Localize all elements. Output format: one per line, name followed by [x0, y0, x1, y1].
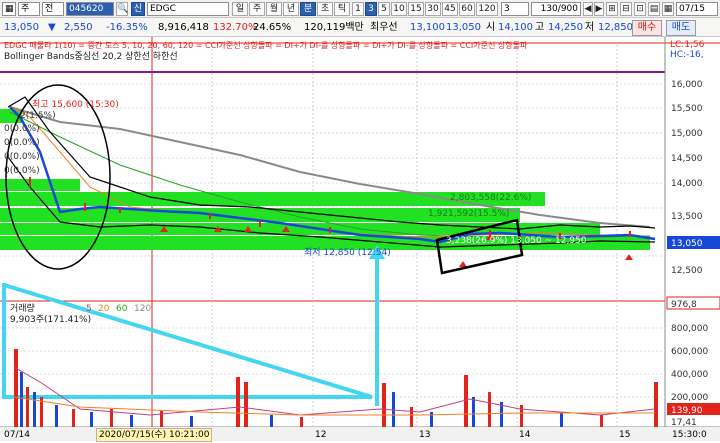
minute-10[interactable]: 10 [391, 2, 407, 16]
open-label: 시 [486, 22, 496, 33]
tool-icon[interactable]: ⊞ [606, 2, 618, 16]
period-week[interactable]: 주 [249, 2, 265, 16]
period-minute[interactable]: 분 [300, 2, 316, 16]
minute-15[interactable]: 15 [408, 2, 424, 16]
svg-text:15,500: 15,500 [671, 104, 703, 114]
period-second[interactable]: 초 [317, 2, 333, 16]
volume-ma-120: 120 [134, 304, 152, 314]
pct-label-2: 0(0.0%) [4, 124, 40, 134]
minute-30[interactable]: 30 [425, 2, 441, 16]
best-bid: 13,050 [446, 22, 481, 33]
pct-label-3: 0(0.0%) [4, 138, 40, 148]
count-stepper[interactable]: 3 [501, 2, 529, 16]
open-price: 14,100 [498, 22, 533, 33]
svg-text:14,000: 14,000 [671, 179, 703, 189]
volume-ratio: 132.70% [213, 22, 258, 33]
svg-text:800,000: 800,000 [671, 324, 708, 334]
range-input[interactable]: 130/900 [531, 2, 581, 16]
volume-ma-60: 60 [116, 304, 128, 314]
chart-toolbar: ▦ 주 전 045620 🔍 신 EDGC 일 주 월 년 분 초 틱 1 3 … [0, 0, 720, 18]
volume-profile-label-1: 2,803,558(22.6%) [450, 193, 532, 203]
svg-text:16,000: 16,000 [671, 80, 703, 90]
period-tick[interactable]: 틱 [334, 2, 350, 16]
minute-60[interactable]: 60 [459, 2, 475, 16]
stock-code-input[interactable]: 045620 [66, 2, 114, 16]
svg-text:17,41: 17,41 [671, 418, 697, 428]
range-next-icon[interactable]: ▶ [594, 2, 604, 16]
minute-5[interactable]: 5 [378, 2, 390, 16]
down-arrow-icon: ▼ [48, 22, 56, 33]
period-year[interactable]: 년 [283, 2, 299, 16]
min-price-label: 최저 12,850 (12:54) [304, 248, 391, 258]
box-label: 3,238(26.9%) 13,050 ~ 12,950 [446, 236, 587, 246]
trade-amount: 120,119백만 [304, 22, 364, 33]
sell-button[interactable]: 매도 [666, 20, 696, 36]
calendar-icon[interactable]: ▦ [662, 2, 674, 16]
minute-1[interactable]: 1 [352, 2, 364, 16]
tool3-icon[interactable]: ⊡ [634, 2, 646, 16]
svg-text:14,500: 14,500 [671, 154, 703, 164]
price-change-pct: -16.35% [106, 22, 148, 33]
minute-45[interactable]: 45 [442, 2, 458, 16]
svg-text:600,000: 600,000 [671, 347, 708, 357]
market-badge: 신 [131, 2, 145, 16]
high-price: 14,250 [548, 22, 583, 33]
date-input[interactable]: 07/15 [676, 2, 718, 16]
svg-text:12,500: 12,500 [671, 266, 703, 276]
minute-120[interactable]: 120 [476, 2, 498, 16]
turnover: 24.65% [253, 22, 292, 33]
best-label: 최우선 [370, 22, 398, 33]
menu-icon[interactable]: ▦ [2, 2, 16, 16]
volume-profile-label-2: 1,921,592(15.5%) [428, 209, 510, 219]
bollinger-legend: Bollinger Bands중심선 20,2 상한선 하한선 [4, 52, 178, 62]
tool2-icon[interactable]: ⊟ [620, 2, 632, 16]
buy-button[interactable]: 매수 [632, 20, 662, 36]
volume-ma-20: 20 [98, 304, 110, 314]
svg-text:13,500: 13,500 [671, 212, 703, 222]
quote-bar: 13,050 ▼ 2,550 -16.35% 8,916,418 132.70%… [0, 18, 720, 37]
volume: 8,916,418 [158, 22, 209, 33]
price-change: 2,550 [64, 22, 93, 33]
tool4-icon[interactable]: ▤ [648, 2, 660, 16]
svg-text:15,000: 15,000 [671, 129, 703, 139]
svg-text:139,90: 139,90 [671, 406, 703, 416]
left-combo[interactable]: 주 [18, 2, 40, 16]
period-day[interactable]: 일 [232, 2, 248, 16]
svg-text:400,000: 400,000 [671, 370, 708, 380]
low-price: 12,850 [598, 22, 633, 33]
period-month[interactable]: 월 [266, 2, 282, 16]
svg-text:13,050: 13,050 [671, 239, 703, 249]
hc-label: HC:-16, [670, 50, 704, 60]
range-prev-icon[interactable]: ◀ [583, 2, 593, 16]
time-cursor-label: 2020/07/15(수) 10:21:00 [96, 428, 213, 442]
volume-current: 9,903주(171.41%) [10, 315, 92, 325]
svg-text:200,000: 200,000 [671, 393, 708, 403]
pct-label-4: 0(0.0%) [4, 152, 40, 162]
high-label: 고 [535, 22, 545, 33]
pct-label-5: 0(0.0%) [4, 166, 40, 176]
svg-text:976,8: 976,8 [671, 300, 697, 310]
left-combo-2[interactable]: 전 [42, 2, 64, 16]
current-price: 13,050 [4, 22, 39, 33]
low-label: 저 [585, 22, 595, 33]
minute-3[interactable]: 3 [365, 2, 377, 16]
search-icon[interactable]: 🔍 [116, 2, 128, 16]
best-ask: 13,100 [410, 22, 445, 33]
stock-name: EDGC [147, 2, 229, 16]
